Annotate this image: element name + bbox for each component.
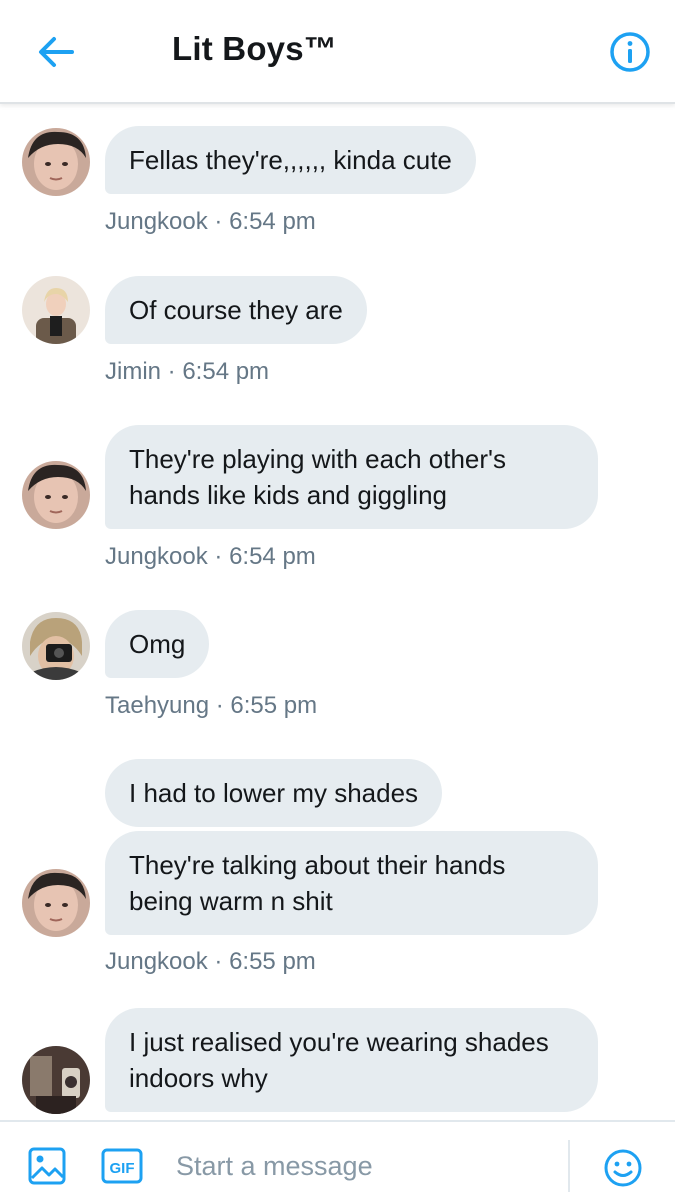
smiley-icon [604,1149,642,1187]
message-group: Omg Taehyung · 6:55 pm [0,610,675,720]
avatar-image [22,461,90,529]
avatar-jungkook[interactable] [22,869,90,937]
message-meta: Taehyung · 6:55 pm [105,692,318,719]
composer-divider [568,1140,570,1192]
image-icon [28,1147,66,1185]
avatar-jungkook[interactable] [22,128,90,196]
avatar-image [22,869,90,937]
message-group: I had to lower my shades They're talking… [0,759,675,989]
message-list[interactable]: Fellas they're,,,,,, kinda cute Jungkook… [0,112,675,1120]
message-meta: Jungkook · 6:54 pm [105,543,316,570]
avatar-image [22,128,90,196]
avatar-jimin[interactable] [22,276,90,344]
conversation-header: Lit Boys™ [0,0,675,104]
gif-icon: GIF [101,1148,143,1184]
message-meta: Jungkook · 6:55 pm [105,948,316,975]
avatar-jungkook[interactable] [22,461,90,529]
message-bubble[interactable]: Of course they are [105,276,367,344]
conversation-title: Lit Boys™ [172,30,337,67]
message-group: They're playing with each other's hands … [0,425,675,575]
message-bubble[interactable]: They're playing with each other's hands … [105,425,598,529]
message-composer: GIF [0,1120,675,1200]
message-group: I just realised you're wearing shades in… [0,1008,675,1120]
message-bubble[interactable]: I had to lower my shades [105,759,443,827]
avatar-image [22,276,90,344]
message-meta: Jimin · 6:54 pm [105,358,270,385]
gif-label: GIF [110,1160,135,1177]
add-gif-button[interactable]: GIF [101,1148,143,1184]
message-input[interactable] [176,1142,536,1190]
arrow-left-icon [39,37,74,67]
message-bubble[interactable]: I just realised you're wearing shades in… [105,1008,598,1112]
message-bubble[interactable]: Omg [105,610,210,678]
avatar-taehyung[interactable] [22,612,90,680]
avatar-image [22,1046,90,1114]
emoji-button[interactable] [603,1148,643,1188]
message-group: Fellas they're,,,,,, kinda cute Jungkook… [0,126,675,236]
message-bubble[interactable]: They're talking about their hands being … [105,831,598,935]
avatar-image [22,612,90,680]
add-photo-button[interactable] [27,1146,67,1186]
info-circle-icon [610,32,650,72]
message-meta: Jungkook · 6:54 pm [105,208,316,235]
message-bubble[interactable]: Fellas they're,,,,,, kinda cute [105,126,476,194]
info-button[interactable] [608,30,652,74]
avatar-member[interactable] [22,1046,90,1114]
message-group: Of course they are Jimin · 6:54 pm [0,276,675,386]
back-button[interactable] [34,30,78,74]
